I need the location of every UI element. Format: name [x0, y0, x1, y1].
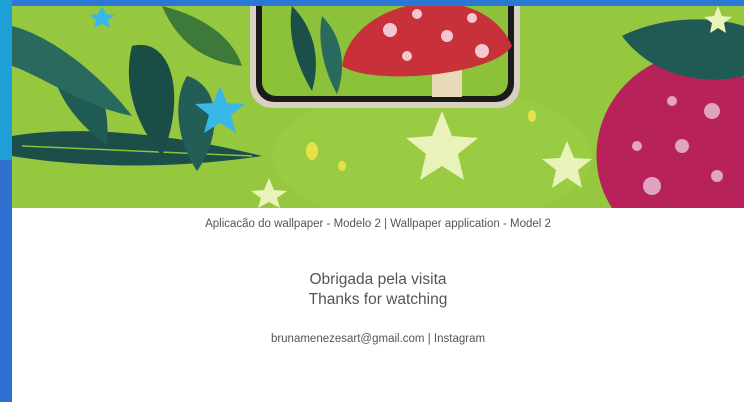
image-caption: Aplicacão do wallpaper - Modelo 2 | Wall… [205, 218, 551, 230]
contact-line: brunamenezesart@gmail.com | Instagram [12, 333, 744, 345]
thanks-line-english: Thanks for watching [308, 291, 448, 308]
email-link[interactable]: brunamenezesart@gmail.com [271, 333, 425, 345]
thanks-line-portuguese: Obrigada pela visita [309, 271, 447, 288]
phone-mockup-icon [250, 6, 520, 108]
page-frame: Aplicacão do wallpaper - Modelo 2 | Wall… [0, 0, 744, 402]
left-rail-accent [0, 0, 12, 160]
artwork-illustration [12, 6, 744, 208]
thanks-message: Obrigada pela visita Thanks for watching [12, 270, 744, 310]
left-rail [0, 0, 12, 402]
instagram-link[interactable]: Instagram [434, 333, 485, 345]
contact-separator: | [424, 333, 434, 345]
wallpaper-artwork [12, 6, 744, 208]
